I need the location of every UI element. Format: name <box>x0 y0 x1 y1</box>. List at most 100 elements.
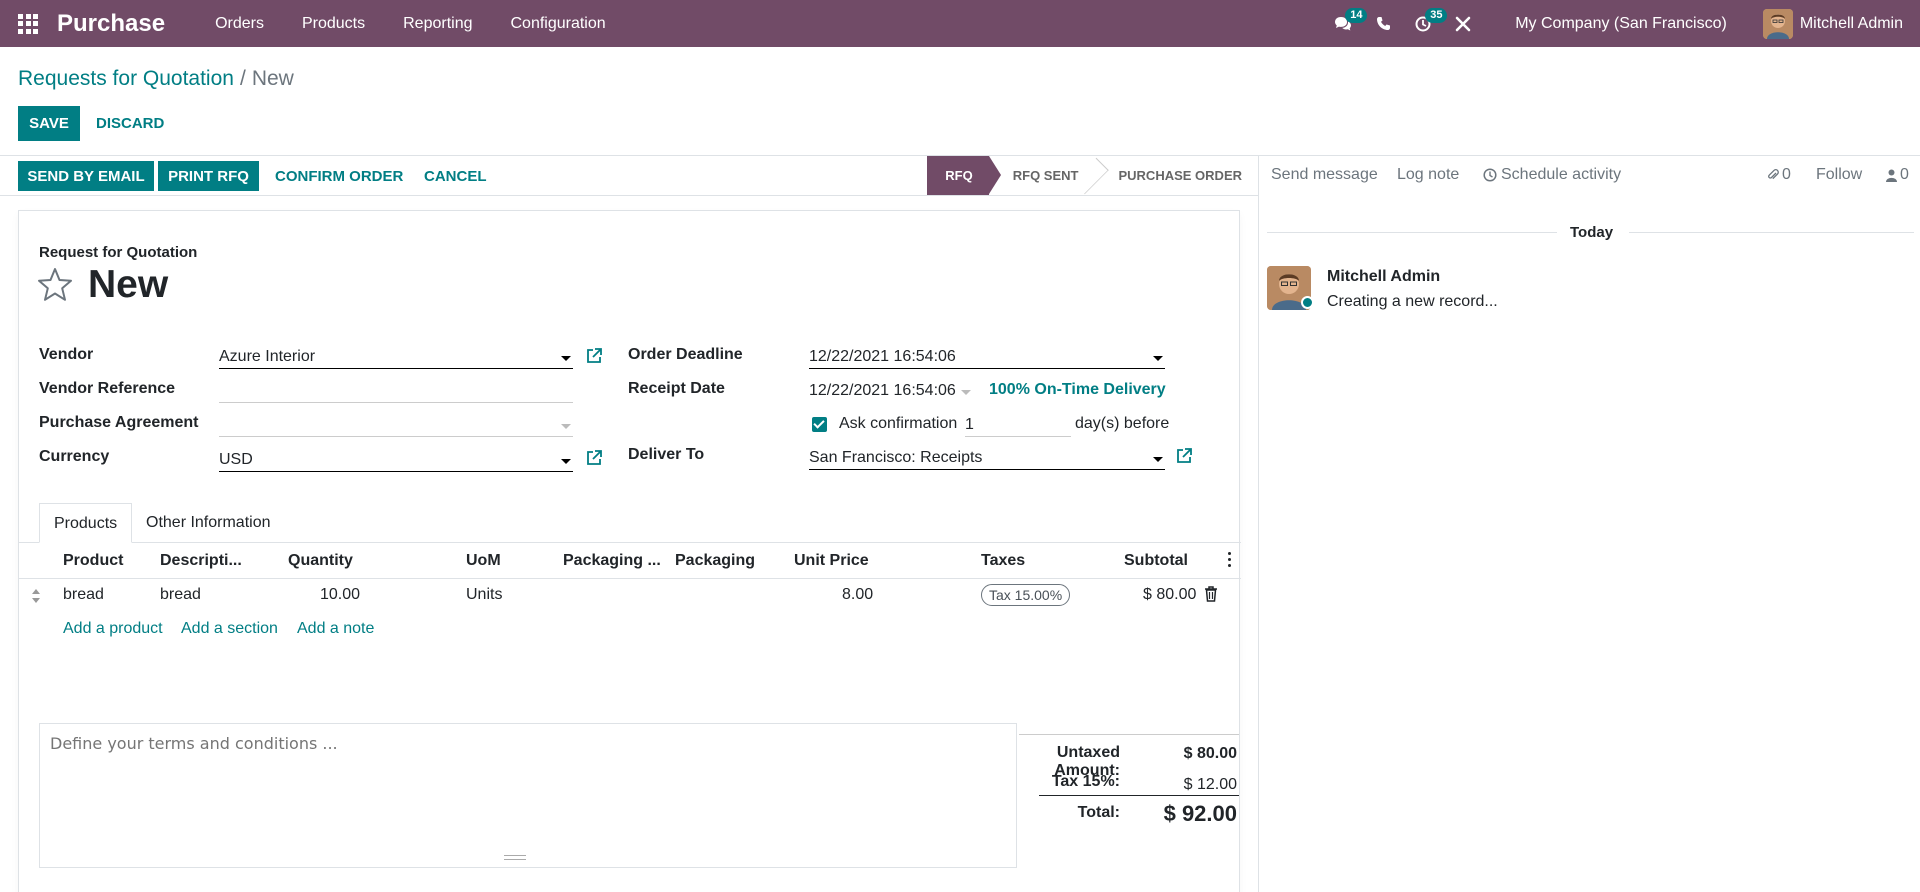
days-before-label: day(s) before <box>1075 415 1170 432</box>
column-unit-price[interactable]: Unit Price <box>794 552 869 570</box>
breadcrumb: Requests for Quotation / New <box>18 67 294 91</box>
deliver-to-external-link-icon[interactable] <box>1175 447 1193 465</box>
vendor-dropdown-icon <box>561 356 571 361</box>
user-menu[interactable]: Mitchell Admin <box>1745 8 1920 39</box>
message-author[interactable]: Mitchell Admin <box>1327 268 1440 286</box>
followers-count: 0 <box>1900 166 1909 183</box>
phone-icon <box>1376 17 1390 30</box>
purchase-agreement-field[interactable] <box>219 414 573 437</box>
discard-button[interactable]: Discard <box>86 106 174 141</box>
order-deadline-field[interactable]: 12/22/2021 16:54:06 <box>809 346 1165 369</box>
totals-top-divider <box>1019 734 1239 735</box>
line-unit-price[interactable]: 8.00 <box>842 586 873 604</box>
terms-and-conditions-input[interactable] <box>39 723 1017 868</box>
column-quantity[interactable]: Quantity <box>288 552 353 570</box>
order-deadline-value: 12/22/2021 16:54:06 <box>809 348 956 365</box>
column-subtotal[interactable]: Subtotal <box>1124 552 1188 570</box>
vendor-reference-label: Vendor Reference <box>39 380 176 397</box>
tab-products[interactable]: Products <box>39 503 133 543</box>
messages-button[interactable]: 14 <box>1323 0 1368 47</box>
star-icon[interactable] <box>36 266 74 304</box>
apps-grid-icon[interactable] <box>18 13 38 34</box>
top-navbar: Purchase Orders Products Reporting Confi… <box>0 0 1920 47</box>
column-taxes[interactable]: Taxes <box>981 552 1025 570</box>
follow-button[interactable]: Follow <box>1816 166 1862 184</box>
menu-configuration[interactable]: Configuration <box>491 0 624 47</box>
print-rfq-button[interactable]: Print RFQ <box>158 161 259 191</box>
ask-confirmation-days-input[interactable]: 1 <box>965 414 1071 437</box>
vendor-reference-input[interactable] <box>219 380 573 403</box>
on-time-delivery-link[interactable]: 100% On-Time Delivery <box>989 381 1166 399</box>
menu-reporting[interactable]: Reporting <box>384 0 491 47</box>
line-description[interactable]: bread <box>160 586 201 604</box>
line-tax-badge[interactable]: Tax 15.00% <box>981 584 1071 606</box>
vendor-field[interactable]: Azure Interior <box>219 346 573 369</box>
debug-button[interactable] <box>1443 0 1483 47</box>
menu-products[interactable]: Products <box>283 0 384 47</box>
app-name[interactable]: Purchase <box>57 10 165 38</box>
column-product[interactable]: Product <box>63 552 123 570</box>
company-switcher[interactable]: My Company (San Francisco) <box>1497 15 1745 33</box>
stage-rfq[interactable]: RFQ <box>927 156 1002 195</box>
user-avatar <box>1762 8 1793 39</box>
paperclip-icon <box>1768 169 1779 180</box>
cancel-button[interactable]: Cancel <box>412 161 499 191</box>
add-section-link[interactable]: Add a section <box>181 620 278 638</box>
confirm-order-button[interactable]: Confirm Order <box>263 161 415 191</box>
ask-confirmation-checkbox[interactable] <box>812 417 827 432</box>
vendor-external-link-icon[interactable] <box>585 347 603 365</box>
line-subtotal: $ 80.00 <box>1143 586 1197 603</box>
vendor-label: Vendor <box>39 346 94 363</box>
currency-field[interactable]: USD <box>219 449 573 472</box>
purchase-agreement-dropdown-icon <box>561 424 571 429</box>
tax-value: $ 12.00 <box>1183 776 1237 793</box>
line-product[interactable]: bread <box>63 586 104 604</box>
stage-purchase-order[interactable]: Purchase Order <box>1094 156 1258 195</box>
phone-button[interactable] <box>1363 0 1403 47</box>
column-packaging[interactable]: Packaging <box>675 552 755 570</box>
breadcrumb-current: New <box>251 67 294 90</box>
attachments-button[interactable]: 0 <box>1767 166 1791 184</box>
breadcrumb-parent[interactable]: Requests for Quotation <box>18 67 234 90</box>
receipt-date-label: Receipt Date <box>628 380 725 397</box>
send-by-email-button[interactable]: Send by Email <box>18 161 154 191</box>
drag-handle-icon[interactable] <box>31 588 41 604</box>
date-divider-left <box>1267 232 1557 233</box>
tab-other-information[interactable]: Other Information <box>132 503 285 543</box>
schedule-activity-button[interactable]: Schedule activity <box>1483 166 1621 184</box>
vendor-value: Azure Interior <box>219 348 316 365</box>
column-packaging-quantity[interactable]: Packaging ... <box>563 552 661 570</box>
activities-button[interactable]: 35 <box>1403 0 1448 47</box>
stage-rfq-sent[interactable]: RFQ Sent <box>989 156 1095 195</box>
attachments-count: 0 <box>1782 166 1791 183</box>
optional-columns-icon[interactable] <box>1228 552 1232 568</box>
line-uom[interactable]: Units <box>466 586 502 604</box>
totals-bottom-divider <box>1039 795 1239 796</box>
log-note-button[interactable]: Log note <box>1397 166 1459 184</box>
receipt-date-value: 12/22/2021 16:54:06 <box>809 382 956 399</box>
deliver-to-value: San Francisco: Receipts <box>809 449 983 466</box>
textarea-resize-handle[interactable] <box>504 855 526 860</box>
message-body: Creating a new record... <box>1327 293 1498 310</box>
add-note-link[interactable]: Add a note <box>297 620 374 638</box>
save-button[interactable]: Save <box>18 106 80 141</box>
ask-confirmation-label: Ask confirmation <box>839 415 958 432</box>
trash-icon[interactable] <box>1204 586 1218 602</box>
column-uom[interactable]: UoM <box>466 552 501 570</box>
order-deadline-dropdown-icon <box>1153 356 1163 361</box>
add-product-link[interactable]: Add a product <box>63 620 163 638</box>
line-quantity[interactable]: 10.00 <box>320 586 360 604</box>
total-value: $ 92.00 <box>1163 801 1237 826</box>
deliver-to-label: Deliver To <box>628 446 705 463</box>
receipt-date-field[interactable]: 12/22/2021 16:54:06 <box>809 380 973 403</box>
date-divider-right <box>1629 232 1914 233</box>
currency-external-link-icon[interactable] <box>585 449 603 467</box>
currency-dropdown-icon <box>561 459 571 464</box>
send-message-button[interactable]: Send message <box>1271 166 1378 184</box>
deliver-to-dropdown-icon <box>1153 457 1163 462</box>
followers-button[interactable]: 0 <box>1886 166 1909 184</box>
deliver-to-field[interactable]: San Francisco: Receipts <box>809 447 1165 470</box>
menu-orders[interactable]: Orders <box>196 0 283 47</box>
column-description[interactable]: Descripti... <box>160 552 242 570</box>
untaxed-amount-value: $ 80.00 <box>1183 745 1237 762</box>
